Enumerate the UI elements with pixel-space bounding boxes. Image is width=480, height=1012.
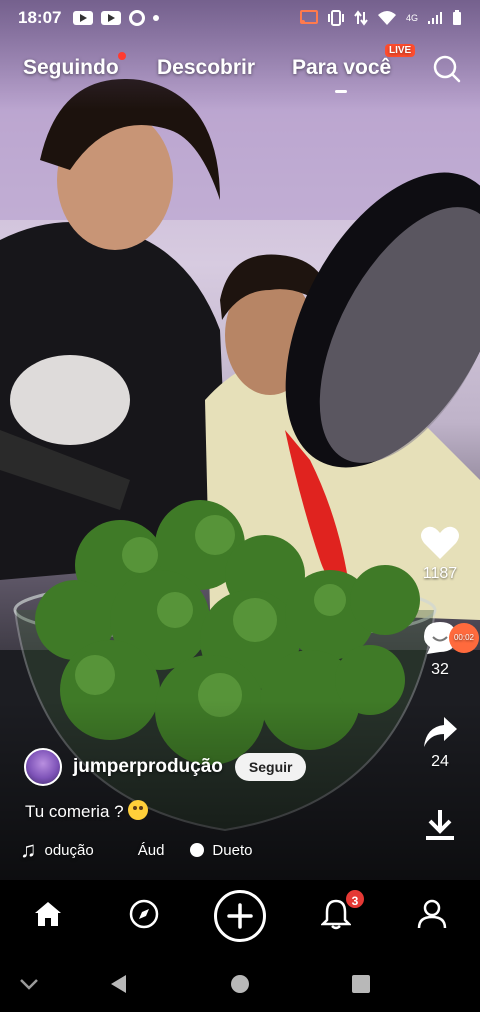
recents-button[interactable] (348, 971, 374, 997)
avatar[interactable] (24, 748, 62, 786)
active-tab-indicator (335, 90, 347, 93)
create-button[interactable] (214, 890, 266, 942)
chevron-down-icon (20, 979, 38, 990)
music-ticker[interactable]: ♫ odução Áud Dueto (20, 837, 252, 863)
notification-badge: 3 (344, 888, 366, 910)
back-triangle-icon (111, 975, 126, 993)
music-note-icon: ♫ (20, 837, 37, 862)
share-count: 24 (431, 753, 449, 770)
status-right-icons: 4G (299, 10, 462, 26)
video-timer: 00:02 (449, 623, 479, 653)
system-navigation (0, 956, 480, 1012)
profile-tab[interactable] (412, 894, 452, 934)
audio-label: Áud (137, 841, 165, 859)
caption-text: Tu comeria ? (25, 802, 124, 821)
home-icon (35, 902, 61, 926)
notifications-tab[interactable]: 3 (316, 888, 366, 934)
music-title: odução (44, 841, 94, 859)
download-button[interactable] (400, 808, 480, 846)
wifi-icon (377, 11, 396, 25)
post-caption: Tu comeria ? (25, 800, 148, 822)
tab-descobrir[interactable]: Descobrir LIVE (157, 44, 416, 80)
battery-icon (453, 10, 461, 25)
compass-icon (129, 899, 159, 929)
share-icon (424, 717, 457, 747)
bottom-navigation: 3 (0, 880, 480, 956)
download-icon (426, 810, 454, 840)
tab-para-voce[interactable]: Para você (292, 56, 391, 80)
cast-icon (299, 10, 318, 24)
search-icon[interactable] (432, 54, 462, 84)
flushed-face-emoji-icon (127, 800, 148, 820)
explore-tab[interactable] (124, 894, 164, 934)
duet-label: Dueto (212, 841, 253, 859)
duet-icon (190, 843, 205, 857)
duet-button[interactable]: Dueto (190, 842, 252, 859)
new-content-dot (118, 52, 126, 60)
youtube-icon (73, 11, 94, 25)
username[interactable]: jumperprodução (73, 756, 223, 778)
tab-descobrir-label: Descobrir (157, 56, 256, 79)
status-bar: 18:07 4G (0, 0, 480, 36)
post-author: jumperprodução Seguir (24, 748, 307, 786)
plus-icon (227, 903, 253, 929)
user-icon (417, 899, 447, 929)
share-button[interactable]: 24 (400, 715, 480, 771)
feed-tabs: Seguindo Descobrir LIVE Para você (0, 44, 480, 93)
home-system-button[interactable] (227, 971, 253, 997)
heart-icon (421, 526, 459, 559)
status-left-icons (73, 10, 160, 26)
data-arrows-icon (354, 10, 368, 26)
signal-icon (428, 12, 442, 24)
home-tab[interactable] (28, 894, 68, 934)
comment-button[interactable]: 00:02 32 (400, 619, 480, 679)
vibrate-icon (327, 10, 344, 26)
youtube-icon (101, 11, 122, 25)
circle-home-icon (231, 975, 249, 993)
more-notifications-icon (153, 15, 160, 21)
chrome-icon (129, 10, 146, 26)
follow-button[interactable]: Seguir (234, 753, 307, 781)
like-count: 1187 (422, 565, 458, 582)
network-type: 4G (405, 13, 418, 23)
back-button[interactable] (106, 971, 132, 997)
square-recents-icon (352, 975, 370, 993)
status-time: 18:07 (18, 8, 62, 27)
collapse-nav-button[interactable] (16, 971, 42, 997)
tab-seguindo[interactable]: Seguindo (23, 56, 119, 80)
like-button[interactable]: 1187 (400, 525, 480, 583)
comment-count: 32 (431, 661, 449, 678)
